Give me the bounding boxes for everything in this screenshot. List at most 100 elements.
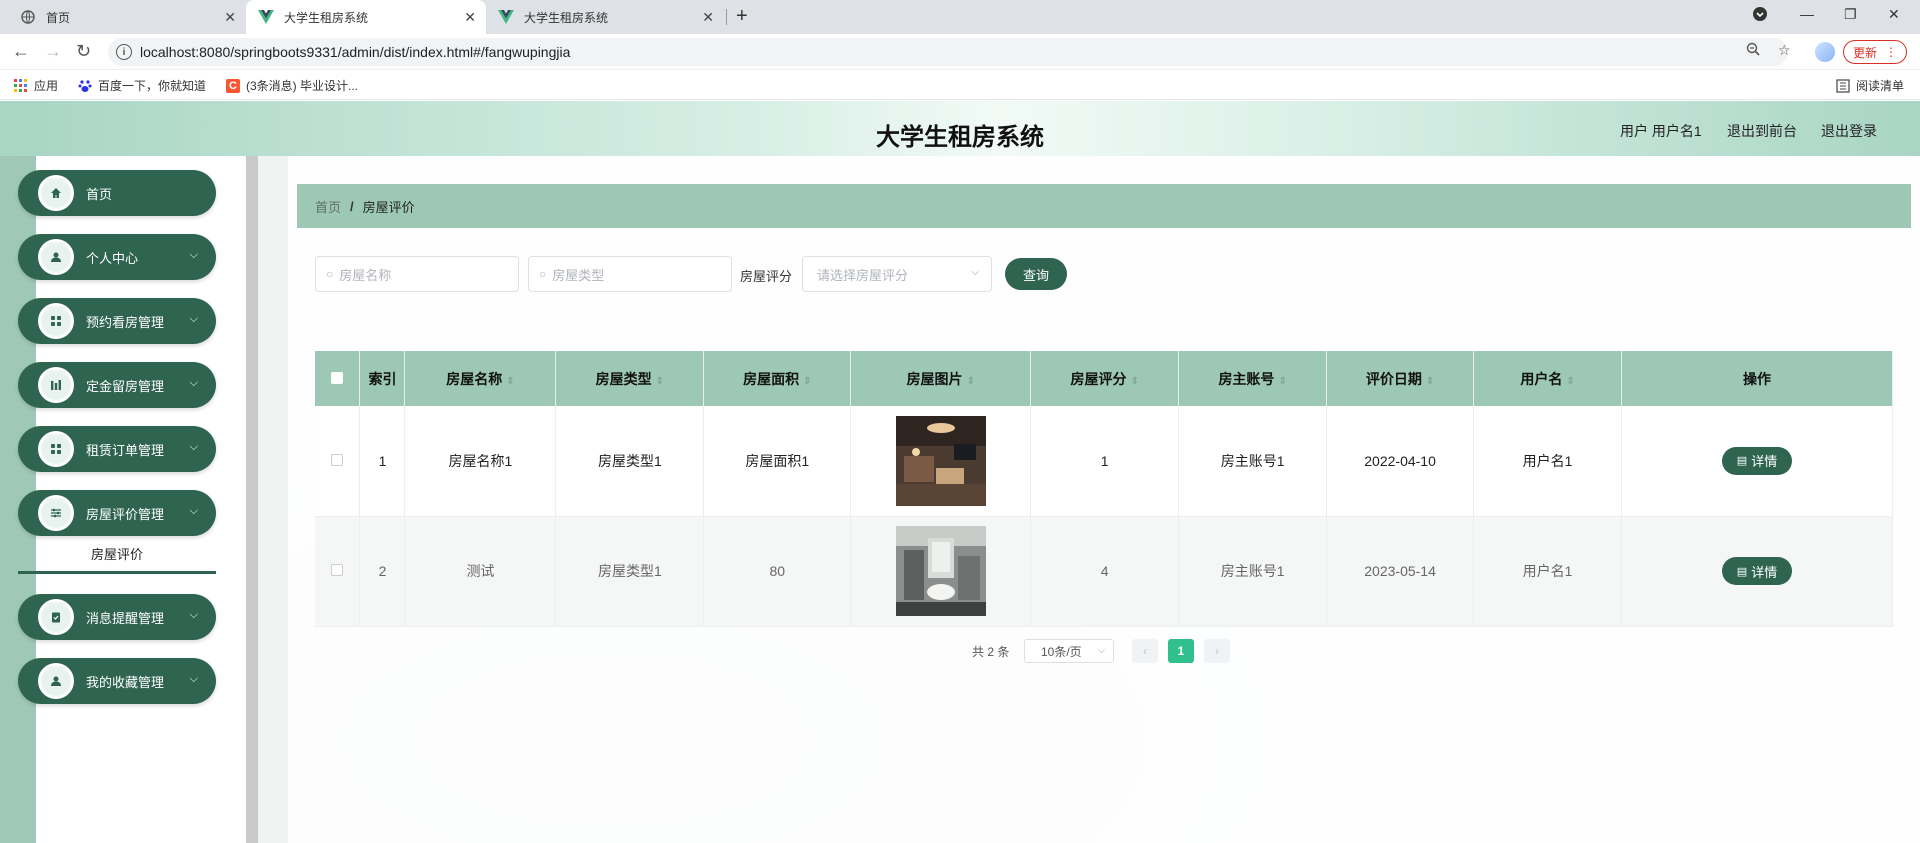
col-house-image[interactable]: 房屋图片 ⇕ bbox=[850, 351, 1032, 406]
chevron-down-icon: ⌵ bbox=[189, 609, 198, 621]
sidebar-item-favorites[interactable]: 我的收藏管理 ⌵ bbox=[18, 658, 216, 704]
row-select-cell[interactable] bbox=[315, 406, 361, 517]
reviews-table: 索引 房屋名称 ⇕ 房屋类型 ⇕ 房屋面积 ⇕ 房屋图片 ⇕ 房屋评分 ⇕ 房主账号 ⇕ 评… bbox=[315, 351, 1893, 627]
col-house-rating[interactable]: 房屋评分 ⇕ bbox=[1030, 351, 1180, 406]
page-size-value: 10条/页 bbox=[1041, 644, 1082, 659]
app-header: 大学生租房系统 用户 用户名1 退出到前台 退出登录 bbox=[0, 101, 1920, 156]
chevron-down-icon: ⌵ bbox=[189, 505, 198, 517]
cell-actions: ▤ 详情 bbox=[1621, 516, 1893, 627]
window-close-icon[interactable]: ✕ bbox=[1888, 6, 1900, 23]
select-all-checkbox[interactable] bbox=[331, 371, 344, 384]
sort-icon: ⇕ bbox=[803, 375, 812, 387]
chevron-down-icon: ⌵ bbox=[189, 313, 198, 325]
update-label: 更新 bbox=[1852, 45, 1877, 60]
select-all-header[interactable] bbox=[315, 351, 361, 406]
sidebar-item-messages[interactable]: 消息提醒管理 ⌵ bbox=[18, 594, 216, 640]
search-icon: ○ bbox=[326, 267, 334, 281]
row-checkbox[interactable] bbox=[331, 564, 344, 576]
forward-arrow-icon[interactable]: → bbox=[44, 41, 62, 62]
cell-review-date: 2023-05-14 bbox=[1326, 516, 1475, 627]
restore-icon[interactable]: ❐ bbox=[1844, 6, 1857, 23]
cell-house-image bbox=[850, 406, 1032, 517]
breadcrumb-home[interactable]: 首页 bbox=[315, 197, 341, 216]
house-type-search-input[interactable]: ○ 房屋类型 bbox=[528, 256, 732, 292]
table-row: 1 房屋名称1 房屋类型1 房屋面积1 1 房主账号1 2022-04-10 用… bbox=[315, 406, 1893, 517]
sidebar-item-label: 我的收藏管理 bbox=[86, 674, 165, 690]
bookmark-label: 应用 bbox=[34, 79, 59, 93]
tab-divider bbox=[726, 9, 727, 25]
col-owner-account[interactable]: 房主账号 ⇕ bbox=[1178, 351, 1328, 406]
cell-house-name: 测试 bbox=[404, 516, 557, 627]
new-tab-plus-icon[interactable]: + bbox=[736, 5, 748, 28]
chevron-down-icon: ⌵ bbox=[189, 249, 198, 261]
query-button[interactable]: 查询 bbox=[1005, 258, 1067, 290]
detail-button[interactable]: ▤ 详情 bbox=[1722, 557, 1792, 585]
bookmark-csdn[interactable]: C (3条消息) 毕业设计... bbox=[226, 77, 358, 94]
col-house-name[interactable]: 房屋名称 ⇕ bbox=[404, 351, 557, 406]
reload-icon[interactable]: ↻ bbox=[76, 41, 91, 62]
row-select-cell[interactable] bbox=[315, 516, 361, 627]
bookmark-apps[interactable]: 应用 bbox=[14, 77, 58, 94]
cell-index: 1 bbox=[359, 406, 406, 517]
sidebar-subitem-house-review[interactable]: 房屋评价 bbox=[18, 540, 216, 574]
browser-tab-home[interactable]: 首页 ✕ bbox=[8, 0, 246, 34]
row-checkbox[interactable] bbox=[331, 453, 344, 466]
col-username[interactable]: 用户名 ⇕ bbox=[1473, 351, 1622, 406]
address-bar[interactable]: i localhost:8080/springboots9331/admin/d… bbox=[108, 38, 1788, 66]
tab-search-icon[interactable] bbox=[1752, 6, 1768, 25]
close-icon[interactable]: ✕ bbox=[464, 9, 476, 26]
sidebar-item-house-reviews[interactable]: 房屋评价管理 ⌵ bbox=[18, 490, 216, 536]
page-number-button[interactable]: 1 bbox=[1168, 639, 1194, 663]
cell-actions: ▤ 详情 bbox=[1621, 406, 1893, 517]
browser-tab-active[interactable]: 大学生租房系统 ✕ bbox=[246, 0, 486, 34]
browser-tab[interactable]: 大学生租房系统 ✕ bbox=[486, 0, 724, 34]
cell-house-name: 房屋名称1 bbox=[404, 406, 557, 517]
cell-house-type: 房屋类型1 bbox=[555, 406, 705, 517]
bookmark-label: 百度一下，你就知道 bbox=[98, 79, 207, 93]
back-arrow-icon[interactable]: ← bbox=[12, 41, 30, 62]
next-page-button[interactable]: › bbox=[1204, 639, 1230, 663]
profile-avatar[interactable] bbox=[1815, 42, 1835, 62]
close-icon[interactable]: ✕ bbox=[224, 9, 236, 26]
chevron-down-icon: ⌵ bbox=[189, 441, 198, 453]
sidebar-item-viewing-appointments[interactable]: 预约看房管理 ⌵ bbox=[18, 298, 216, 344]
bookmark-label: (3条消息) 毕业设计... bbox=[246, 79, 359, 93]
vue-logo-icon bbox=[498, 9, 514, 25]
apps-grid-icon bbox=[14, 78, 28, 93]
reading-list-button[interactable]: 阅读清单 bbox=[1836, 77, 1904, 94]
col-house-area[interactable]: 房屋面积 ⇕ bbox=[703, 351, 852, 406]
page-size-select[interactable]: 10条/页 ⌵ bbox=[1024, 639, 1114, 663]
cell-owner-account: 房主账号1 bbox=[1178, 516, 1328, 627]
house-name-search-input[interactable]: ○ 房屋名称 bbox=[315, 256, 519, 292]
prev-page-button[interactable]: ‹ bbox=[1132, 639, 1158, 663]
rating-select[interactable]: 请选择房屋评分 ⌵ bbox=[802, 256, 992, 292]
detail-button[interactable]: ▤ 详情 bbox=[1722, 446, 1792, 475]
col-house-type[interactable]: 房屋类型 ⇕ bbox=[555, 351, 705, 406]
star-bookmark-icon[interactable]: ☆ bbox=[1778, 42, 1791, 59]
col-review-date[interactable]: 评价日期 ⇕ bbox=[1326, 351, 1475, 406]
zoom-icon[interactable] bbox=[1746, 42, 1760, 59]
minimize-icon[interactable]: — bbox=[1800, 6, 1814, 22]
bars-icon bbox=[38, 367, 74, 403]
table-row: 2 测试 房屋类型1 80 4 房主账号1 2023-05-14 用户名1 ▤ … bbox=[315, 516, 1893, 627]
close-icon[interactable]: ✕ bbox=[702, 9, 714, 26]
site-info-icon[interactable]: i bbox=[116, 44, 132, 60]
sidebar-item-rental-orders[interactable]: 租赁订单管理 ⌵ bbox=[18, 426, 216, 472]
kebab-menu-icon: ⋮ bbox=[1885, 45, 1897, 59]
chevron-down-icon: ⌵ bbox=[189, 377, 198, 389]
hotel-room-photo[interactable] bbox=[895, 415, 986, 506]
sidebar-item-home[interactable]: 首页 bbox=[18, 170, 216, 216]
update-button[interactable]: 更新 ⋮ bbox=[1843, 40, 1907, 64]
col-index: 索引 bbox=[359, 351, 406, 406]
cell-house-area: 80 bbox=[703, 516, 852, 627]
logout-link[interactable]: 退出登录 bbox=[1821, 121, 1877, 141]
sidebar-scrollbar[interactable] bbox=[246, 156, 258, 843]
grid-icon bbox=[38, 303, 74, 339]
sidebar-item-deposit[interactable]: 定金留房管理 ⌵ bbox=[18, 362, 216, 408]
sidebar-item-personal-center[interactable]: 个人中心 ⌵ bbox=[18, 234, 216, 280]
bathroom-photo[interactable] bbox=[895, 526, 986, 616]
search-icon: ○ bbox=[539, 267, 547, 281]
csdn-c-icon: C bbox=[226, 78, 240, 93]
bookmark-baidu[interactable]: 百度一下，你就知道 bbox=[78, 77, 206, 94]
back-to-front-link[interactable]: 退出到前台 bbox=[1727, 121, 1797, 141]
